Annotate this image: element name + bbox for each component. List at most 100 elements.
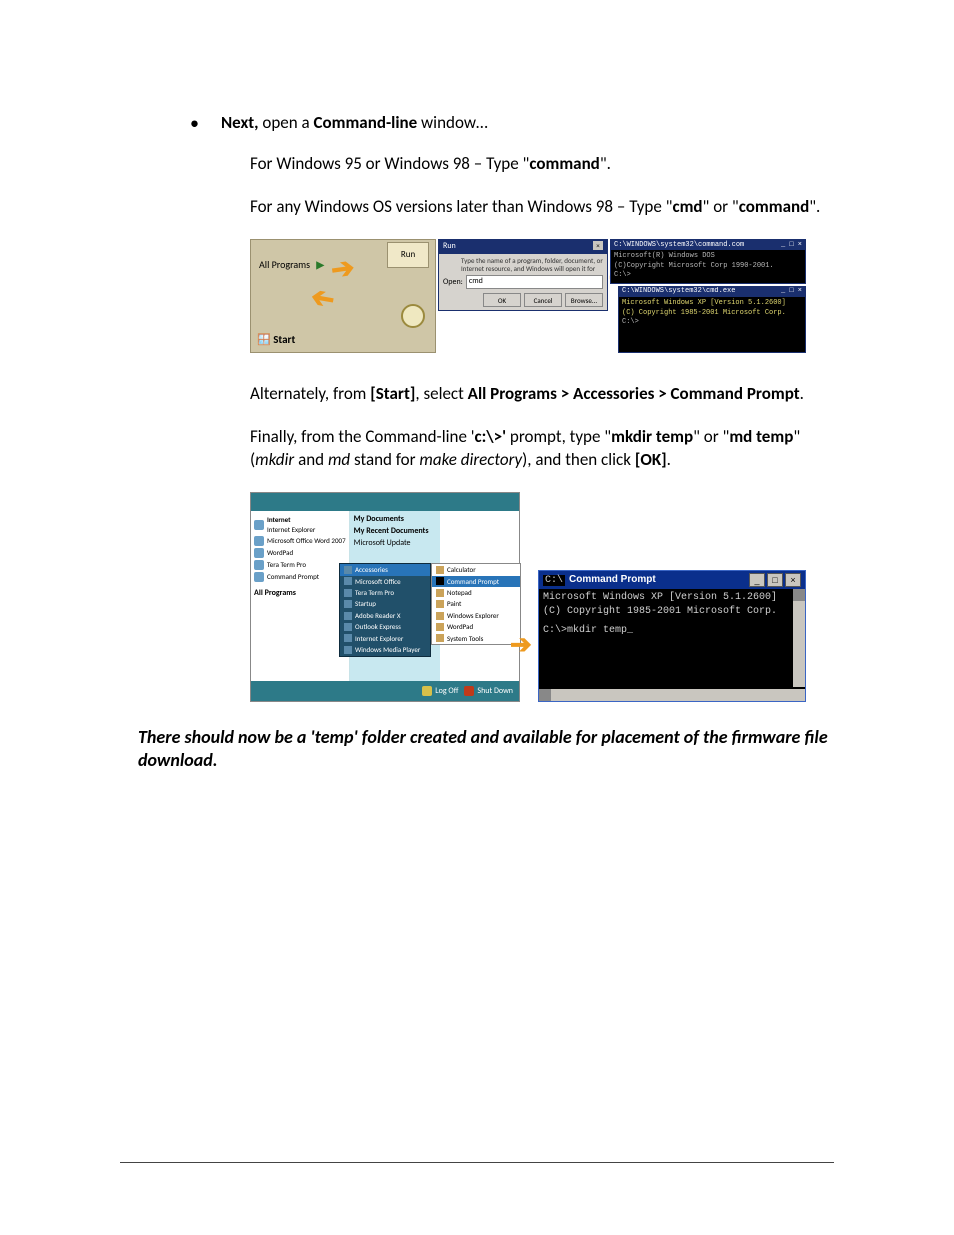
flyout-wmp[interactable]: Windows Media Player (340, 644, 430, 655)
p4-j: md (328, 449, 350, 470)
sm-mydocs[interactable]: My Documents (354, 514, 436, 525)
acc-explorer[interactable]: Windows Explorer (432, 610, 520, 621)
cmd1-line3: C:\> (614, 271, 802, 280)
intro-bold: Command-line (314, 112, 418, 133)
acc-wordpad[interactable]: WordPad (432, 621, 520, 632)
scroll-thumb[interactable] (793, 589, 805, 601)
p4-o: . (667, 449, 671, 470)
p3-c: , select (415, 383, 467, 404)
paragraph-win95: For Windows 95 or Windows 98 – Type "com… (250, 153, 834, 176)
sm-teraterm[interactable]: Tera Term Pro (267, 560, 306, 569)
window-controls[interactable]: _ □ × (781, 287, 802, 296)
notepad-icon (436, 589, 444, 597)
run-title: Run (443, 241, 456, 253)
vertical-scrollbar[interactable] (793, 589, 805, 687)
p4-e: " or " (693, 426, 729, 447)
open-label: Open: (443, 277, 463, 288)
flyout-accessories[interactable]: Accessories (340, 564, 430, 575)
p4-m: ), and then click (522, 449, 635, 470)
cmd2-line2: (C) Copyright 1985-2001 Microsoft Corp. (622, 309, 802, 318)
app-icon (344, 646, 352, 654)
sm-cmd[interactable]: Command Prompt (267, 572, 319, 581)
shutdown-icon (464, 686, 474, 696)
p2-post: ". (809, 196, 820, 217)
flyout-startup[interactable]: Startup (340, 598, 430, 609)
shutdown-button[interactable]: Shut Down (464, 686, 513, 697)
window-controls[interactable]: _ □ × (749, 573, 801, 587)
callout-arrow-icon: ➔ (510, 627, 532, 662)
flyout-ie[interactable]: Internet Explorer (340, 633, 430, 644)
cmd2-title: C:\WINDOWS\system32\cmd.exe (622, 287, 735, 296)
sm-wordpad[interactable]: WordPad (267, 548, 293, 557)
cmd-icon (436, 577, 444, 585)
p4-k: stand for (350, 449, 419, 470)
p4-l: make directory (419, 449, 522, 470)
close-icon[interactable]: × (593, 241, 603, 250)
flyout-office[interactable]: Microsoft Office (340, 576, 430, 587)
folder-icon (344, 600, 352, 608)
p3-b: [Start] (370, 383, 415, 404)
p3-a: Alternately, from (250, 383, 370, 404)
p2-cmd1: cmd (672, 196, 702, 217)
p3-e: . (800, 383, 804, 404)
p4-a: Finally, from the Command-line ' (250, 426, 475, 447)
flyout-adobe[interactable]: Adobe Reader X (340, 610, 430, 621)
intro-tail: window… (417, 112, 488, 133)
browse-button[interactable]: Browse... (565, 293, 603, 307)
command-window-dos: C:\WINDOWS\system32\command.com_ □ × Mic… (610, 239, 806, 284)
word-icon (254, 536, 264, 546)
folder-icon (344, 577, 352, 585)
calc-icon (436, 566, 444, 574)
intro-mid: open a (259, 112, 314, 133)
open-input[interactable]: cmd (466, 275, 603, 289)
acc-cmd[interactable]: Command Prompt (432, 576, 520, 587)
start-menu-header (251, 493, 519, 511)
ok-button[interactable]: OK (483, 293, 521, 307)
acc-notepad[interactable]: Notepad (432, 587, 520, 598)
minimize-icon[interactable]: _ (749, 573, 765, 587)
bigcmd-title: Command Prompt (569, 574, 656, 585)
magnifier-icon (401, 304, 425, 328)
scroll-thumb[interactable] (539, 689, 551, 701)
paragraph-alternate: Alternately, from [Start], select All Pr… (250, 383, 834, 406)
cmd1-line1: Microsoft(R) Windows DOS (614, 252, 802, 261)
sm-recent[interactable]: My Recent Documents (354, 526, 436, 537)
start-label: Start (273, 333, 295, 346)
cmd-icon (254, 572, 264, 582)
flyout-teraterm[interactable]: Tera Term Pro (340, 587, 430, 598)
folder-icon (344, 589, 352, 597)
start-menu: Internet Internet Explorer Microsoft Offi… (250, 492, 520, 702)
window-controls[interactable]: _ □ × (781, 241, 802, 250)
p4-i: and (294, 449, 328, 470)
desktop-mock: Run All Programs ▶ ➔ ➔ 🪟 Start (250, 239, 436, 353)
folder-icon (344, 566, 352, 574)
acc-paint[interactable]: Paint (432, 598, 520, 609)
app-icon (344, 612, 352, 620)
logoff-icon (422, 686, 432, 696)
sm-internet[interactable]: Internet (267, 515, 291, 524)
all-programs-button[interactable]: All Programs (254, 588, 346, 599)
all-programs-label: All Programs (259, 258, 310, 272)
close-icon[interactable]: × (785, 573, 801, 587)
bigcmd-l3: C:\>mkdir temp_ (543, 624, 801, 638)
cancel-button[interactable]: Cancel (524, 293, 562, 307)
start-button[interactable]: 🪟 Start (257, 333, 295, 348)
paint-icon (436, 600, 444, 608)
bigcmd-l2: (C) Copyright 1985-2001 Microsoft Corp. (543, 605, 801, 619)
horizontal-scrollbar[interactable] (539, 689, 805, 701)
logoff-button[interactable]: Log Off (422, 686, 458, 697)
flyout-outlook[interactable]: Outlook Express (340, 621, 430, 632)
bullet-icon: • (190, 112, 199, 135)
sm-word[interactable]: Microsoft Office Word 2007 (267, 536, 346, 545)
command-window-xp: C:\WINDOWS\system32\cmd.exe_ □ × Microso… (618, 286, 806, 353)
acc-systools[interactable]: System Tools (432, 633, 520, 644)
bigcmd-l1: Microsoft Windows XP [Version 5.1.2600] (543, 591, 801, 605)
shutdown-label: Shut Down (477, 686, 513, 697)
acc-calc[interactable]: Calculator (432, 564, 520, 575)
programs-flyout: Accessories Microsoft Office Tera Term P… (339, 563, 431, 657)
p4-d: mkdir temp (611, 426, 693, 447)
sm-msupdate[interactable]: Microsoft Update (354, 538, 436, 549)
app-icon (344, 634, 352, 642)
maximize-icon[interactable]: □ (767, 573, 783, 587)
p4-b: c:\>' (475, 426, 507, 447)
